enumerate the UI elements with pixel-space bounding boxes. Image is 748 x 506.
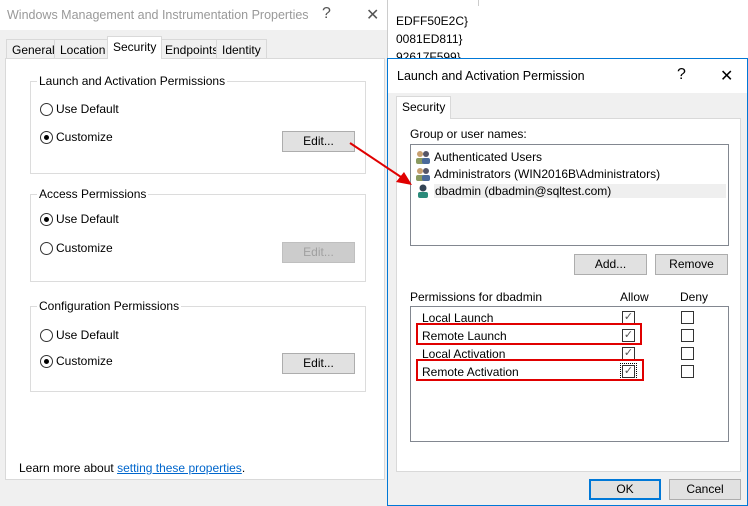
tab-security[interactable]: Security xyxy=(107,36,163,59)
tab-security[interactable]: Security xyxy=(396,96,452,119)
annotation-arrow xyxy=(349,142,412,185)
